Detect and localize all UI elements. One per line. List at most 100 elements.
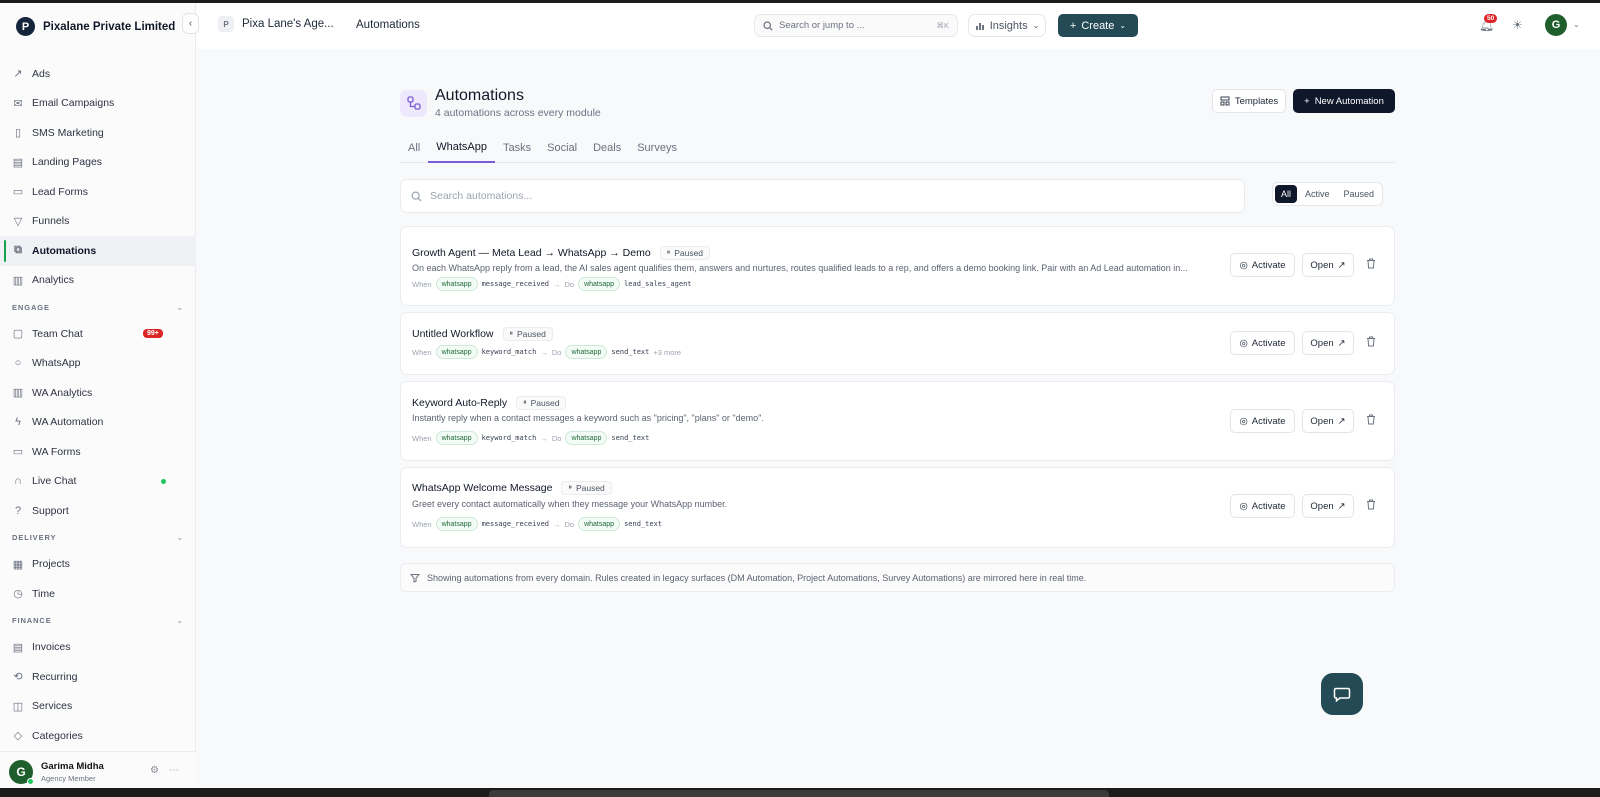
automation-search[interactable]: [400, 179, 1245, 213]
global-search[interactable]: Search or jump to ... ⌘K: [754, 14, 958, 37]
section-engage[interactable]: ENGAGE ⌄: [0, 295, 196, 319]
tab-deals[interactable]: Deals: [585, 133, 629, 163]
chevron-down-icon[interactable]: ⌄: [1573, 20, 1580, 29]
open-button[interactable]: Open ↗: [1302, 331, 1354, 355]
tag-icon: ◇: [13, 730, 23, 743]
sidebar-item-label: Landing Pages: [32, 156, 103, 169]
sidebar-item-label: Categories: [32, 729, 83, 742]
automation-card[interactable]: Growth Agent — Meta Lead → WhatsApp → De…: [400, 226, 1395, 306]
sidebar-item-support[interactable]: ? Support: [0, 496, 196, 526]
create-button[interactable]: + Create ⌄: [1058, 14, 1138, 37]
automation-actions: ◎ Activate Open ↗: [1230, 253, 1381, 277]
automation-card[interactable]: Untitled Workflow ⏸︎ Paused When whatsapp key…: [400, 312, 1395, 375]
activate-button[interactable]: ◎ Activate: [1230, 409, 1295, 433]
page-title: Automations: [435, 87, 524, 104]
activate-label: Activate: [1251, 500, 1286, 512]
workspace-switcher[interactable]: P Pixa Lane's Age...: [218, 16, 334, 32]
automation-title-row: Untitled Workflow ⏸︎ Paused: [412, 327, 553, 341]
section-finance[interactable]: FINANCE ⌄: [0, 609, 196, 633]
chevron-down-icon: ⌄: [1032, 21, 1040, 30]
activate-button[interactable]: ◎ Activate: [1230, 253, 1295, 277]
section-label-text: ENGAGE: [12, 302, 50, 312]
more-actions-count: +3 more: [653, 347, 682, 357]
top-header: P Pixa Lane's Age... Automations Search …: [196, 3, 1600, 49]
filter-all[interactable]: All: [1275, 185, 1298, 203]
tab-tasks[interactable]: Tasks: [495, 133, 539, 163]
do-label: Do: [564, 279, 575, 289]
sidebar-item-wa-analytics[interactable]: ▥ WA Analytics: [0, 378, 196, 408]
new-automation-button[interactable]: + New Automation: [1293, 89, 1395, 113]
sidebar-item-landing-pages[interactable]: ▤ Landing Pages: [0, 148, 196, 178]
sidebar-item-services[interactable]: ◫ Services: [0, 692, 196, 722]
more-options-icon[interactable]: ⋯: [169, 765, 179, 776]
sidebar: P Pixalane Private Limited ↗ Ads ✉ Email Ca…: [0, 3, 196, 791]
sidebar-item-invoices[interactable]: ▤ Invoices: [0, 633, 196, 663]
sidebar-item-projects[interactable]: ▦ Projects: [0, 550, 196, 580]
sidebar-item-funnels[interactable]: ▽ Funnels: [0, 207, 196, 237]
sidebar-item-categories[interactable]: ◇ Categories: [0, 721, 196, 751]
external-link-icon: ↗: [1337, 259, 1346, 271]
trigger-event: message_received: [481, 280, 549, 288]
automation-card[interactable]: Keyword Auto-Reply ⏸︎ Paused Instantly repl…: [400, 381, 1395, 461]
lightbulb-icon[interactable]: ☀︎: [1512, 18, 1523, 32]
open-button[interactable]: Open ↗: [1302, 253, 1354, 277]
automation-card[interactable]: WhatsApp Welcome Message ⏸︎ Paused Greet ev…: [400, 467, 1395, 548]
trigger-event: keyword_match: [481, 434, 537, 442]
trigger-channel-chip: whatsapp: [435, 431, 478, 445]
arrow-right-icon: →: [540, 347, 548, 357]
automation-flow: When whatsapp keyword_match → Do whatsapp send…: [412, 345, 681, 359]
activate-button[interactable]: ◎ Activate: [1230, 331, 1295, 355]
page-subtitle: 4 automations across every module: [435, 107, 601, 119]
section-delivery[interactable]: DELIVERY ⌄: [0, 526, 196, 550]
sidebar-item-ads[interactable]: ↗ Ads: [0, 59, 196, 89]
sidebar-item-automations[interactable]: ⧉ Automations: [0, 236, 196, 266]
status-text: Paused: [530, 398, 560, 408]
user-profile[interactable]: G Garima Midha Agency Member ⚙ ⋯: [0, 751, 196, 791]
insights-button[interactable]: Insights ⌄: [968, 14, 1046, 37]
activate-button[interactable]: ◎ Activate: [1230, 494, 1295, 518]
trigger-channel-chip: whatsapp: [435, 345, 478, 359]
search-icon: [763, 20, 773, 31]
templates-button[interactable]: Templates: [1212, 89, 1286, 113]
filter-paused[interactable]: Paused: [1338, 185, 1381, 203]
sidebar-item-recurring[interactable]: ⟲ Recurring: [0, 662, 196, 692]
sidebar-item-email-campaigns[interactable]: ✉ Email Campaigns: [0, 89, 196, 119]
user-name: Garima Midha: [41, 760, 104, 772]
open-button[interactable]: Open ↗: [1302, 494, 1354, 518]
settings-gear-icon[interactable]: ⚙: [150, 765, 159, 776]
pause-icon: ⏸︎: [568, 484, 572, 491]
brand[interactable]: P Pixalane Private Limited: [16, 17, 175, 36]
header-title: Automations: [356, 19, 420, 31]
delete-button[interactable]: [1361, 409, 1381, 433]
delete-button[interactable]: [1361, 494, 1381, 518]
tab-all[interactable]: All: [400, 133, 428, 163]
header-avatar[interactable]: G: [1545, 14, 1567, 36]
sidebar-item-live-chat[interactable]: ∩ Live Chat: [0, 467, 196, 497]
tab-social[interactable]: Social: [539, 133, 585, 163]
sidebar-item-lead-forms[interactable]: ▭ Lead Forms: [0, 177, 196, 207]
sidebar-item-analytics[interactable]: ▥ Analytics: [0, 266, 196, 296]
delete-button[interactable]: [1361, 253, 1381, 277]
delete-button[interactable]: [1361, 331, 1381, 355]
unread-badge: 99+: [143, 329, 163, 339]
form-icon: ▭: [12, 186, 24, 199]
automation-search-input[interactable]: [430, 190, 1244, 202]
box-icon: ◫: [12, 700, 24, 713]
automation-description: On each WhatsApp reply from a lead, the …: [412, 263, 1188, 273]
sidebar-item-whatsapp[interactable]: ○ WhatsApp: [0, 349, 196, 379]
collapse-sidebar-button[interactable]: ‹: [182, 13, 199, 34]
sidebar-item-label: Support: [32, 504, 69, 517]
chat-launcher-button[interactable]: [1321, 673, 1363, 715]
sidebar-item-sms-marketing[interactable]: ▯ SMS Marketing: [0, 118, 196, 148]
tab-surveys[interactable]: Surveys: [629, 133, 685, 163]
status-text: Paused: [575, 483, 605, 493]
sidebar-item-wa-automation[interactable]: ϟ WA Automation: [0, 408, 196, 438]
tab-whatsapp[interactable]: WhatsApp: [428, 133, 495, 163]
sidebar-item-wa-forms[interactable]: ▭ WA Forms: [0, 437, 196, 467]
trend-icon: ↗: [13, 68, 23, 81]
open-button[interactable]: Open ↗: [1302, 409, 1354, 433]
filter-active[interactable]: Active: [1299, 185, 1336, 203]
templates-label: Templates: [1234, 95, 1279, 107]
sidebar-item-time[interactable]: ◷ Time: [0, 579, 196, 609]
sidebar-item-team-chat[interactable]: ▢ Team Chat 99+: [0, 319, 196, 349]
